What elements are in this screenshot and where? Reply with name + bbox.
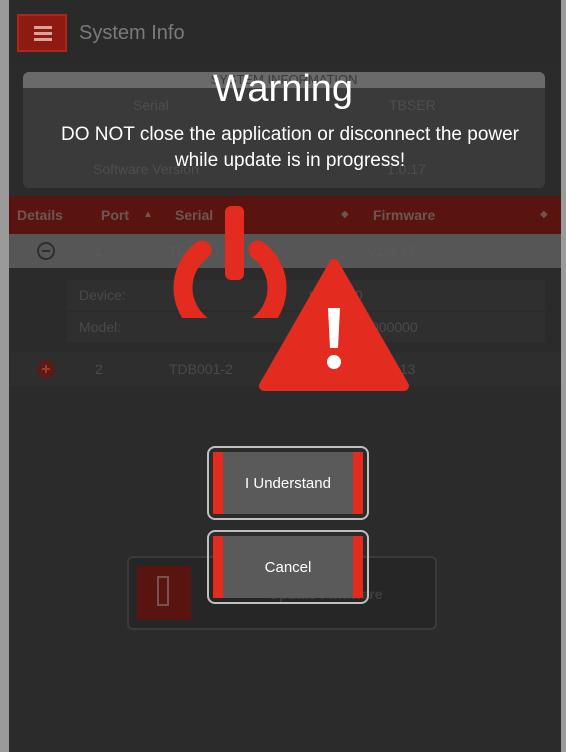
model-label: Model: bbox=[79, 319, 122, 335]
firmware-chip-icon bbox=[137, 566, 191, 620]
port-cell: 2 bbox=[95, 361, 103, 377]
port-cell: 1 bbox=[95, 243, 103, 259]
sort-icon: ◆ bbox=[540, 209, 548, 220]
column-port[interactable]: Port bbox=[101, 207, 129, 223]
column-firmware[interactable]: Firmware bbox=[373, 207, 435, 223]
top-bar: System Info bbox=[9, 0, 561, 66]
cancel-button[interactable]: Cancel bbox=[207, 530, 369, 604]
warning-title: Warning bbox=[212, 68, 354, 110]
i-understand-button[interactable]: I Understand bbox=[207, 446, 369, 520]
page-title: System Info bbox=[79, 22, 185, 44]
sort-asc-icon: ▲ bbox=[143, 209, 153, 220]
warning-message: DO NOT close the application or disconne… bbox=[61, 124, 519, 171]
warning-triangle-icon bbox=[259, 259, 409, 391]
hamburger-menu-button[interactable] bbox=[17, 14, 67, 52]
column-details[interactable]: Details bbox=[17, 207, 63, 223]
expand-row-icon[interactable] bbox=[37, 360, 55, 378]
serial-cell: TDB001-2 bbox=[169, 361, 233, 377]
menu-icon bbox=[34, 26, 52, 29]
collapse-row-icon[interactable] bbox=[37, 242, 55, 260]
device-label: Device: bbox=[79, 287, 126, 303]
sort-icon: ◆ bbox=[341, 209, 349, 220]
